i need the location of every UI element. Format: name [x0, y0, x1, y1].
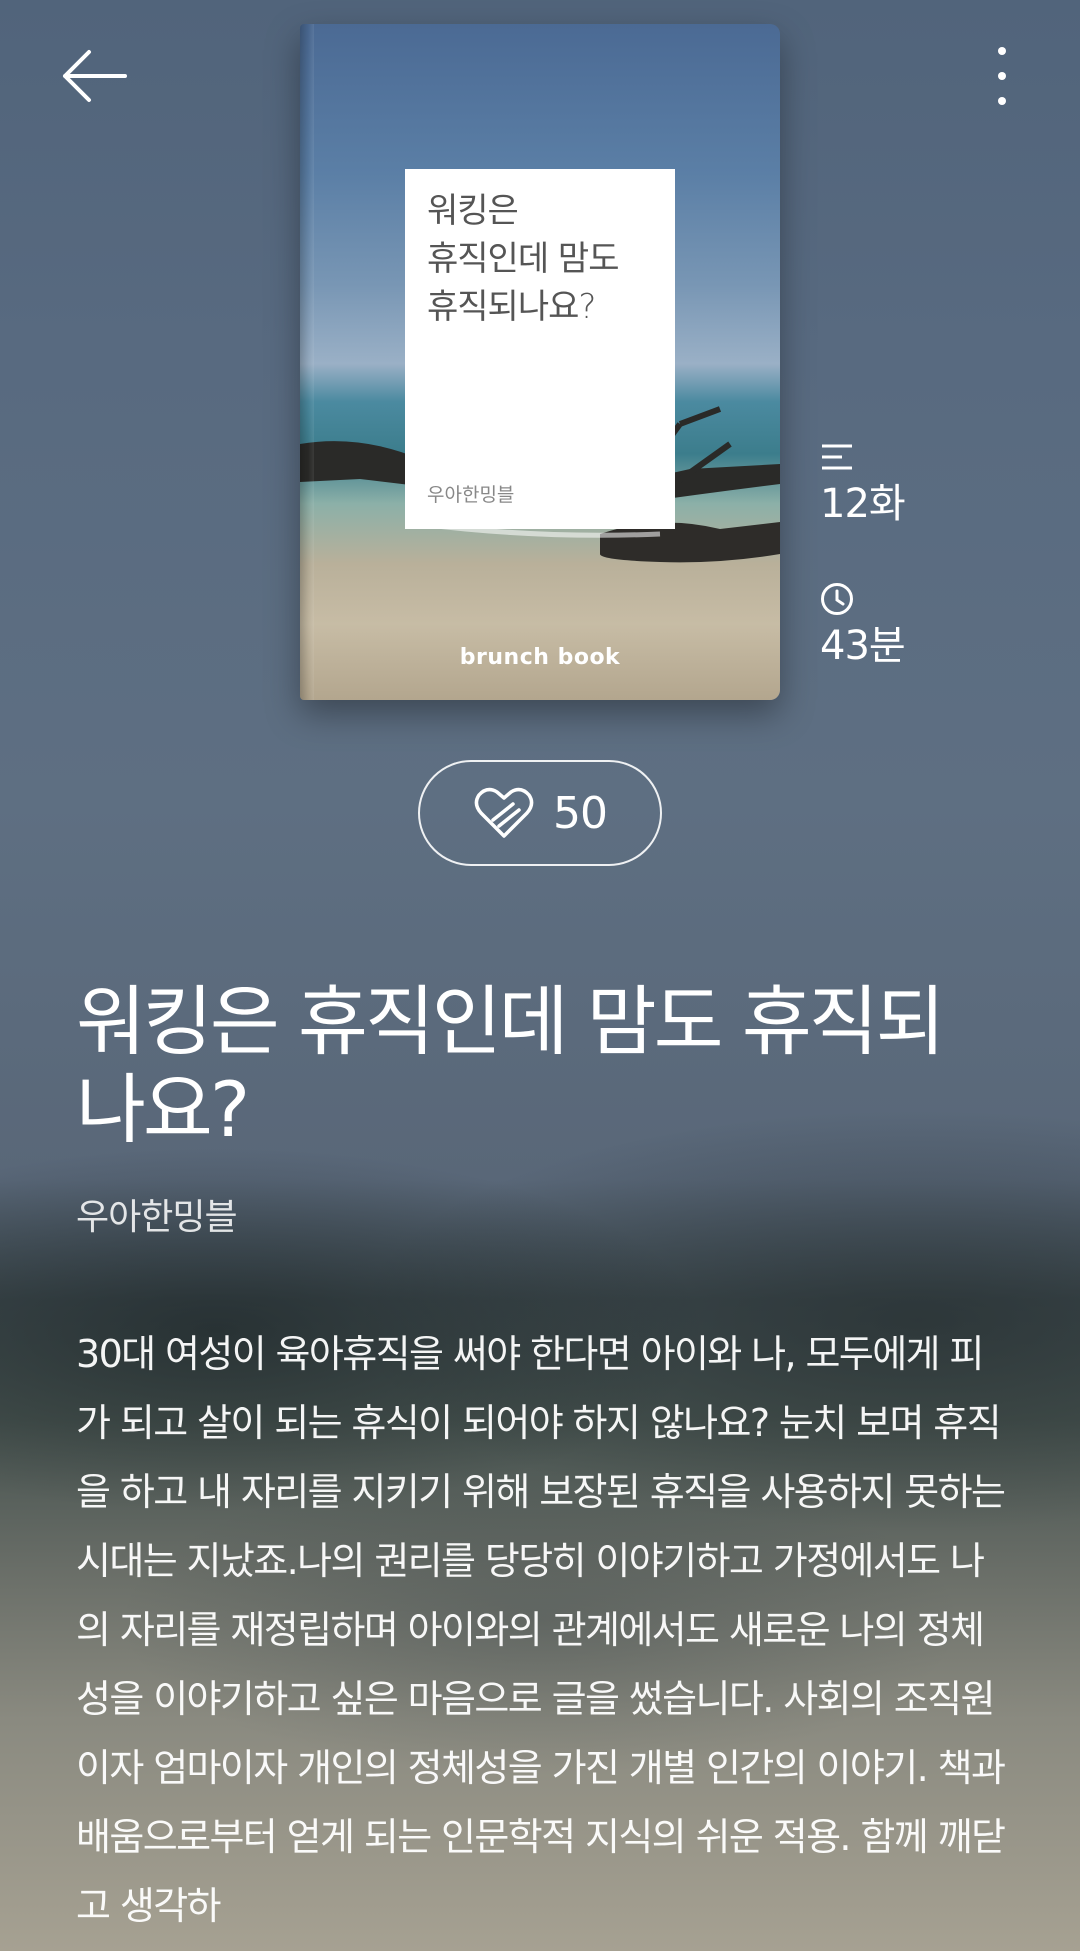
like-count: 50: [553, 787, 608, 839]
cover-title: 워킹은 휴직인데 맘도 휴직되나요?: [427, 191, 620, 327]
list-icon: [822, 444, 852, 470]
like-button[interactable]: 50: [418, 760, 662, 866]
cover-title-card: 워킹은 휴직인데 맘도 휴직되나요? 우아한밍블: [405, 169, 675, 529]
reading-time-stat: 43분: [820, 582, 906, 670]
cover-spine: [300, 24, 314, 700]
book-description: 30대 여성이 육아휴직을 써야 한다면 아이와 나, 모두에게 피가 되고 살…: [76, 1332, 1006, 1928]
book-cover[interactable]: 워킹은 휴직인데 맘도 휴직되나요? 우아한밍블 brunch book: [300, 24, 780, 700]
book-title: 워킹은 휴직인데 맘도 휴직되나요?: [76, 977, 946, 1154]
reading-time: 43분: [820, 623, 906, 669]
more-vertical-icon: [998, 47, 1006, 105]
cover-author: 우아한밍블: [427, 484, 515, 506]
clock-icon: [821, 583, 853, 615]
cover-brand-label: brunch book: [459, 645, 621, 670]
episode-count-stat: 12화: [820, 440, 906, 528]
book-author[interactable]: 우아한밍블: [76, 1188, 238, 1240]
more-options-button[interactable]: [978, 40, 1026, 112]
heart-icon: [474, 787, 534, 838]
arrow-left-icon: [63, 50, 127, 102]
back-button[interactable]: [54, 44, 134, 108]
episode-count: 12화: [820, 481, 906, 527]
